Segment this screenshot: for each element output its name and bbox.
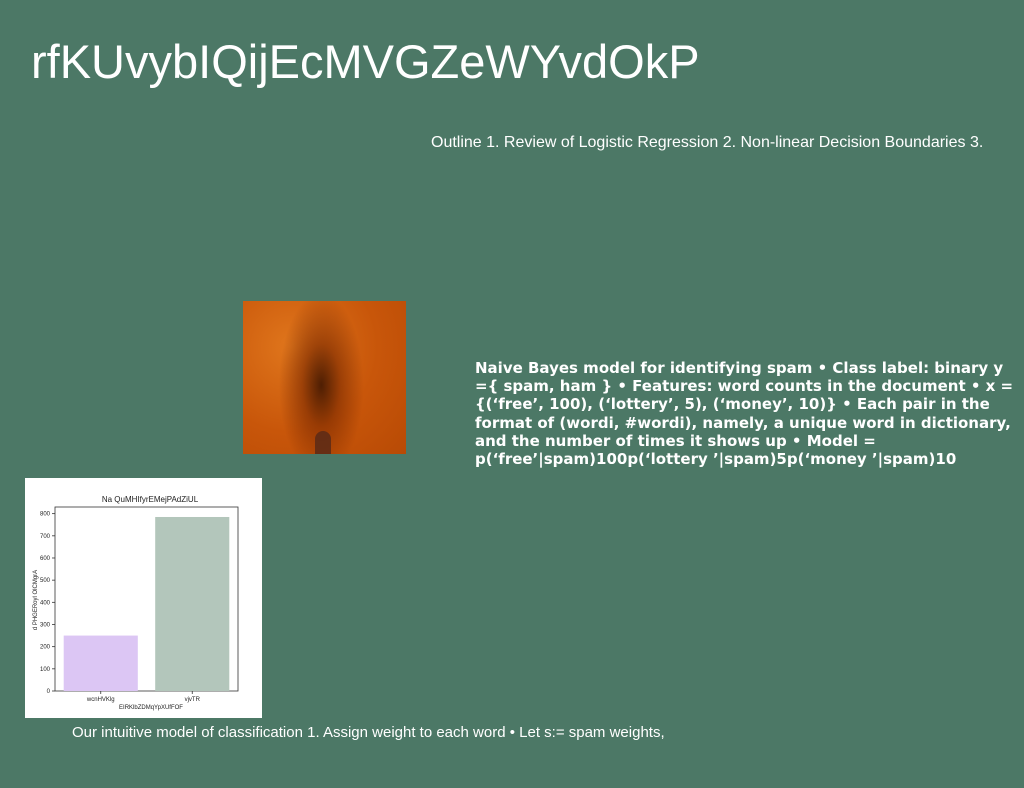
bar-vjvTR bbox=[155, 516, 230, 691]
orange-textured-photo bbox=[243, 301, 406, 454]
x-tick-label: vjvTR bbox=[185, 697, 201, 703]
bar-chart-svg: Na QuMHIfyrEMejPAdZiUL EIRKlbZDMqYpXUfFO… bbox=[33, 495, 239, 711]
chart-ylabel: d PHGERoyl OlCMgrA bbox=[33, 570, 39, 630]
y-tick-label: 100 bbox=[40, 667, 51, 673]
bar-wcnHVKlg bbox=[63, 635, 138, 691]
outline-text: Outline 1. Review of Logistic Regression… bbox=[431, 134, 984, 151]
chart-xlabel: EIRKlbZDMqYpXUfFOF bbox=[119, 705, 183, 711]
y-tick-label: 800 bbox=[40, 512, 51, 518]
slide-title: rfKUvybIQijEcMVGZeWYvdOkP bbox=[31, 35, 700, 88]
y-tick-label: 500 bbox=[40, 578, 51, 584]
naive-bayes-text: Naive Bayes model for identifying spam •… bbox=[475, 359, 1014, 469]
hand-silhouette bbox=[315, 431, 331, 454]
y-tick-label: 600 bbox=[40, 556, 51, 562]
classification-caption: Our intuitive model of classification 1.… bbox=[72, 724, 665, 741]
chart-title: Na QuMHIfyrEMejPAdZiUL bbox=[102, 495, 199, 504]
y-tick-label: 400 bbox=[40, 600, 51, 606]
y-tick-label: 300 bbox=[40, 622, 51, 628]
y-tick-label: 200 bbox=[40, 645, 51, 651]
x-tick-label: wcnHVKlg bbox=[86, 697, 115, 703]
y-tick-label: 700 bbox=[40, 534, 51, 540]
bar-chart: Na QuMHIfyrEMejPAdZiUL EIRKlbZDMqYpXUfFO… bbox=[25, 478, 262, 718]
y-tick-label: 0 bbox=[47, 689, 51, 695]
